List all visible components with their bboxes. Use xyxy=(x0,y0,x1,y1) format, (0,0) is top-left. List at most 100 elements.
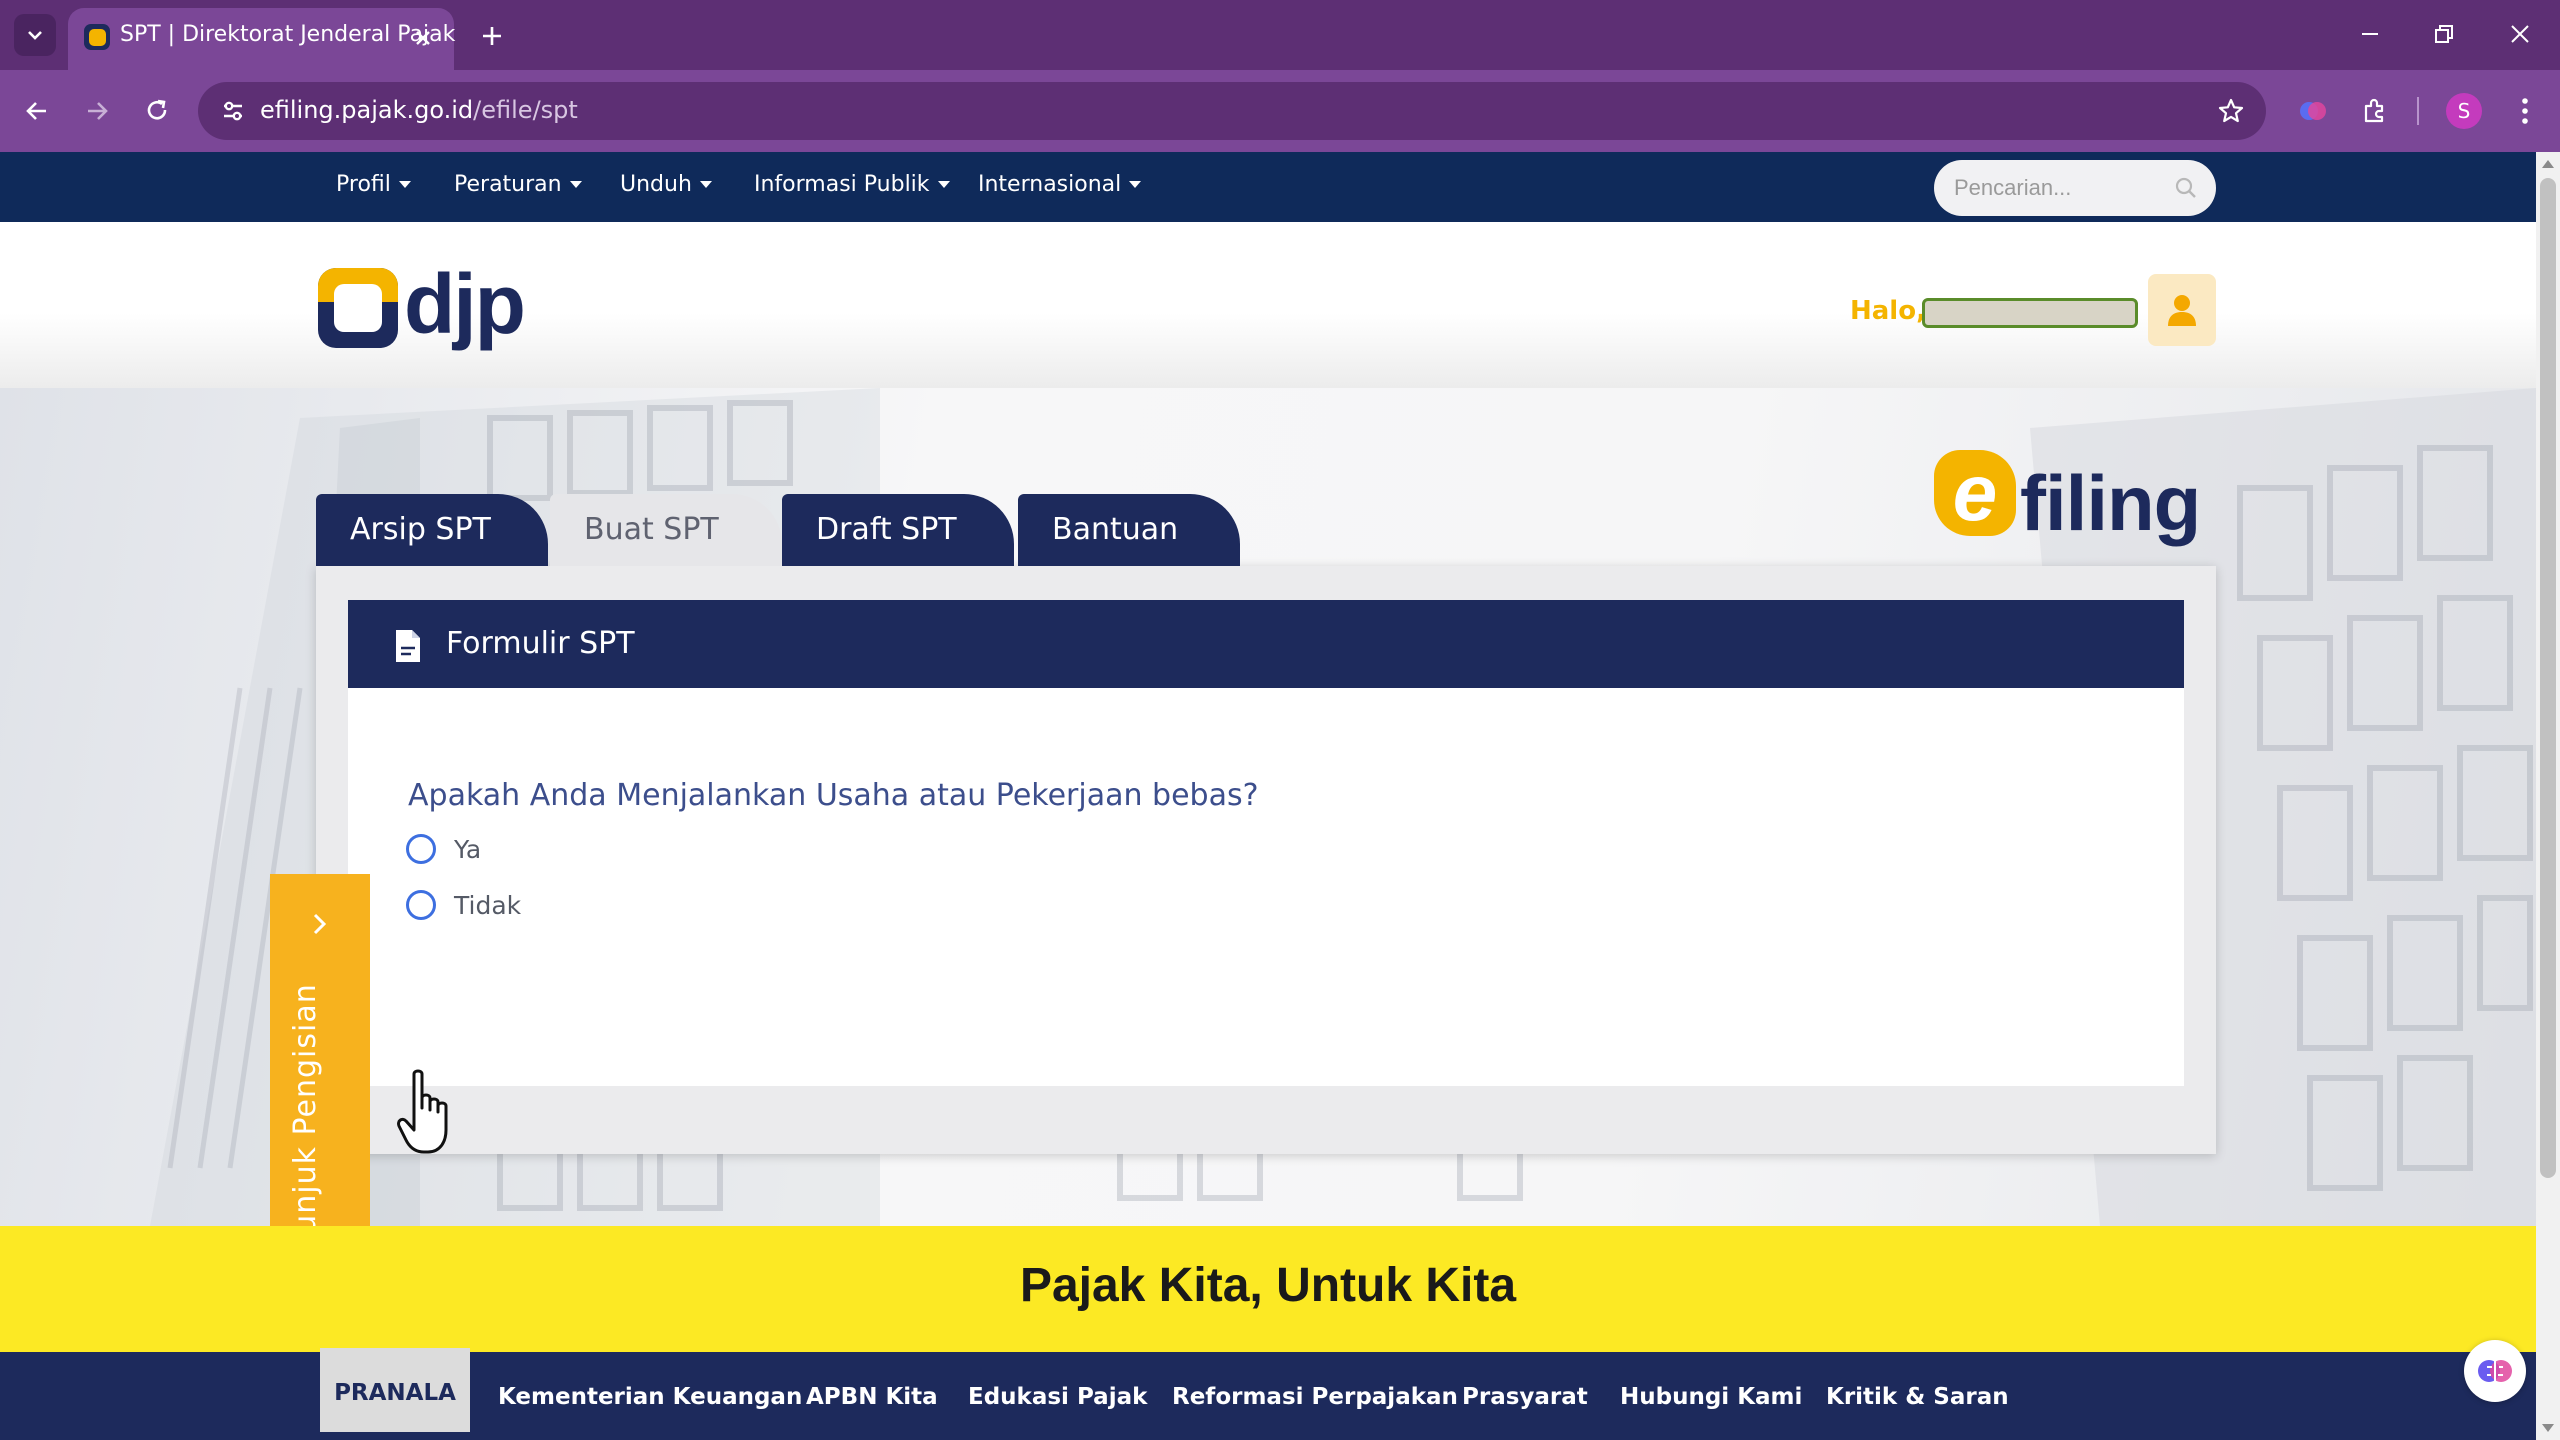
tab-search-button[interactable] xyxy=(14,14,56,56)
nav-label: Profil xyxy=(336,172,391,197)
form-card: Formulir SPT Apakah Anda Menjalankan Usa… xyxy=(316,566,2216,1154)
top-navigation: Profil Peraturan Unduh Informasi Publik … xyxy=(0,152,2536,222)
radio-ya[interactable] xyxy=(406,834,436,864)
radio-tidak[interactable] xyxy=(406,890,436,920)
url-path: /efile/spt xyxy=(473,96,578,124)
djp-logo[interactable]: djp xyxy=(318,257,526,354)
minimize-icon xyxy=(2362,33,2378,35)
browser-menu-button[interactable] xyxy=(2502,88,2548,134)
slogan-banner: Pajak Kita, Untuk Kita xyxy=(0,1226,2536,1352)
webpage: Profil Peraturan Unduh Informasi Publik … xyxy=(0,152,2536,1440)
reload-icon xyxy=(147,99,167,120)
djp-logo-text: djp xyxy=(404,257,526,351)
restore-icon xyxy=(2435,25,2453,43)
caret-down-icon xyxy=(699,181,712,188)
tab-bantuan[interactable]: Bantuan xyxy=(1018,494,1240,566)
extension-button[interactable] xyxy=(2290,88,2336,134)
extensions-menu-button[interactable] xyxy=(2352,88,2398,134)
efiling-logo: e filing xyxy=(1934,450,2201,560)
toolbar-separator xyxy=(2417,97,2419,125)
reload-button[interactable] xyxy=(134,88,180,134)
user-account-button[interactable] xyxy=(2148,274,2216,346)
star-icon xyxy=(2218,98,2244,123)
footer-link-kritik-saran[interactable]: Kritik & Saran xyxy=(1826,1384,2009,1410)
assistant-floating-button[interactable] xyxy=(2464,1340,2526,1402)
browser-tabstrip: SPT | Direktorat Jenderal Pajak xyxy=(0,0,2560,70)
search-icon[interactable] xyxy=(2174,176,2198,200)
new-tab-button[interactable] xyxy=(472,16,512,56)
site-header: djp Halo, xyxy=(0,222,2536,388)
guide-side-tab[interactable]: Petunjuk Pengisian xyxy=(270,874,370,1226)
more-vertical-icon xyxy=(2522,98,2528,124)
form-header: Formulir SPT xyxy=(348,600,2184,688)
caret-down-icon xyxy=(569,181,582,188)
back-button[interactable] xyxy=(14,88,60,134)
address-bar[interactable]: efiling.pajak.go.id/efile/spt xyxy=(198,82,2266,140)
option-label: Tidak xyxy=(454,890,522,920)
question-text: Apakah Anda Menjalankan Usaha atau Peker… xyxy=(408,778,1259,813)
footer-link-hubungi-kami[interactable]: Hubungi Kami xyxy=(1620,1384,1802,1410)
arrow-left-icon xyxy=(26,102,46,120)
djp-favicon-icon xyxy=(84,24,110,50)
user-name-redacted xyxy=(1922,298,2138,328)
window-close-button[interactable] xyxy=(2498,14,2542,54)
scroll-up-arrow-icon[interactable] xyxy=(2542,160,2554,168)
option-tidak[interactable]: Tidak xyxy=(406,890,521,920)
chevron-down-icon xyxy=(28,31,42,40)
profile-avatar-button[interactable]: S xyxy=(2446,93,2482,129)
tab-arsip-spt[interactable]: Arsip SPT xyxy=(316,494,548,566)
guide-label: Petunjuk Pengisian xyxy=(288,983,323,1226)
greeting-label: Halo, xyxy=(1850,296,1926,326)
window-restore-button[interactable] xyxy=(2422,14,2466,54)
arrow-right-icon xyxy=(88,102,108,120)
slogan-text: Pajak Kita, Untuk Kita xyxy=(1019,1259,1517,1312)
browser-toolbar: efiling.pajak.go.id/efile/spt S xyxy=(0,70,2560,152)
page-scrollbar[interactable] xyxy=(2536,152,2560,1440)
chevron-right-icon xyxy=(313,913,327,935)
nav-label: Internasional xyxy=(978,172,1122,197)
efiling-logo-e: e xyxy=(1934,450,2016,536)
site-info-button[interactable] xyxy=(212,90,254,132)
nav-label: Informasi Publik xyxy=(754,172,930,197)
nav-label: Peraturan xyxy=(454,172,562,197)
djp-logo-mark-icon xyxy=(318,268,398,348)
nav-label: Unduh xyxy=(620,172,692,197)
caret-down-icon xyxy=(1129,181,1142,188)
tab-title: SPT | Direktorat Jenderal Pajak xyxy=(120,22,456,47)
user-icon xyxy=(2168,295,2196,326)
close-icon xyxy=(2511,25,2529,43)
url-text: efiling.pajak.go.id/efile/spt xyxy=(260,96,578,124)
nav-internasional[interactable]: Internasional xyxy=(978,172,1142,197)
brain-icon xyxy=(2478,1360,2512,1382)
url-domain: efiling.pajak.go.id xyxy=(260,96,474,124)
document-icon xyxy=(396,630,420,662)
browser-tab-active[interactable]: SPT | Direktorat Jenderal Pajak xyxy=(68,8,456,70)
tab-close-button[interactable] xyxy=(408,23,438,53)
footer-link-edukasi-pajak[interactable]: Edukasi Pajak xyxy=(968,1384,1147,1410)
footer-link-prasyarat[interactable]: Prasyarat xyxy=(1462,1384,1588,1410)
nav-informasi-publik[interactable]: Informasi Publik xyxy=(754,172,950,197)
scrollbar-thumb[interactable] xyxy=(2540,178,2556,1178)
window-minimize-button[interactable] xyxy=(2348,14,2392,54)
close-icon xyxy=(416,31,430,45)
caret-down-icon xyxy=(937,181,950,188)
forward-button[interactable] xyxy=(74,88,120,134)
hero-section: e filing Arsip SPT Buat SPT Draft SPT Ba… xyxy=(0,388,2536,1226)
nav-peraturan[interactable]: Peraturan xyxy=(454,172,582,197)
nav-unduh[interactable]: Unduh xyxy=(620,172,712,197)
footer-link-kementerian-keuangan[interactable]: Kementerian Keuangan xyxy=(498,1384,802,1410)
tab-draft-spt[interactable]: Draft SPT xyxy=(782,494,1014,566)
search-input[interactable] xyxy=(1954,172,2154,204)
nav-profil[interactable]: Profil xyxy=(336,172,411,197)
footer-link-reformasi-perpajakan[interactable]: Reformasi Perpajakan xyxy=(1172,1384,1458,1410)
footer-link-apbn-kita[interactable]: APBN Kita xyxy=(806,1384,938,1410)
tab-buat-spt[interactable]: Buat SPT xyxy=(550,494,782,566)
footer-navigation: PRANALA Kementerian Keuangan APBN Kita E… xyxy=(0,1348,2536,1440)
scroll-down-arrow-icon[interactable] xyxy=(2542,1424,2554,1432)
option-label: Ya xyxy=(454,834,482,864)
bookmark-button[interactable] xyxy=(2210,90,2252,132)
option-ya[interactable]: Ya xyxy=(406,834,481,864)
tune-icon xyxy=(224,101,242,121)
pranala-label: PRANALA xyxy=(320,1348,470,1432)
form-body: Apakah Anda Menjalankan Usaha atau Peker… xyxy=(348,688,2184,1086)
